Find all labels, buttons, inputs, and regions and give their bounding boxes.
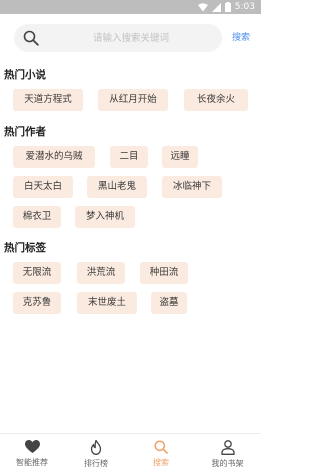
nav-item-recommend[interactable]: 智能推荐 xyxy=(0,434,64,472)
section-title-hot-novels: 热门小说 xyxy=(4,69,46,81)
wifi-icon xyxy=(197,2,208,11)
cellular-signal-icon xyxy=(211,2,221,12)
tag-hot-genre[interactable]: 克苏鲁 xyxy=(13,292,61,314)
search-input[interactable] xyxy=(48,28,214,48)
tag-hot-novel[interactable]: 天道方程式 xyxy=(13,89,83,111)
heart-icon xyxy=(24,440,40,453)
nav-label: 排行榜 xyxy=(84,459,108,468)
tag-hot-author[interactable]: 棉衣卫 xyxy=(13,206,61,228)
status-icons: 5:03 xyxy=(197,1,255,13)
tag-hot-genre[interactable]: 洪荒流 xyxy=(77,262,125,284)
nav-label: 智能推荐 xyxy=(16,458,48,467)
section-title-hot-authors: 热门作者 xyxy=(4,126,46,138)
tag-hot-genre[interactable]: 末世废土 xyxy=(77,292,137,314)
search-icon xyxy=(154,440,168,454)
search-button[interactable]: 搜索 xyxy=(232,30,256,46)
tag-hot-author[interactable]: 爱潜水的乌贼 xyxy=(13,146,95,168)
status-bar: 5:03 xyxy=(0,0,261,14)
nav-item-ranking[interactable]: 排行榜 xyxy=(64,434,128,472)
bottom-nav: 智能推荐 排行榜 搜索 我的书架 xyxy=(0,433,261,472)
tag-hot-novel[interactable]: 从红月开始 xyxy=(98,89,168,111)
tag-hot-novel[interactable]: 长夜余火 xyxy=(184,89,248,111)
tag-hot-author[interactable]: 二目 xyxy=(110,146,148,168)
tag-hot-author[interactable]: 白天太白 xyxy=(13,176,73,198)
tag-hot-genre[interactable]: 盗墓 xyxy=(151,292,187,314)
user-icon xyxy=(220,440,235,455)
status-time: 5:03 xyxy=(234,2,255,12)
flame-icon xyxy=(90,440,102,455)
tag-hot-genre[interactable]: 无限流 xyxy=(13,262,61,284)
nav-item-search[interactable]: 搜索 xyxy=(128,434,194,472)
nav-label: 我的书架 xyxy=(211,459,244,468)
tag-hot-author[interactable]: 远瞳 xyxy=(162,146,198,168)
search-box[interactable] xyxy=(14,24,222,52)
tag-hot-author[interactable]: 黑山老鬼 xyxy=(87,176,147,198)
search-icon xyxy=(23,30,39,46)
battery-icon xyxy=(224,2,231,12)
section-title-hot-tags: 热门标签 xyxy=(4,242,46,254)
nav-label: 搜索 xyxy=(153,458,169,467)
tag-hot-author[interactable]: 冰临神下 xyxy=(162,176,222,198)
tag-hot-genre[interactable]: 种田流 xyxy=(140,262,188,284)
search-row: 搜索 xyxy=(14,24,254,52)
tag-hot-author[interactable]: 梦入神机 xyxy=(75,206,135,228)
nav-item-bookshelf[interactable]: 我的书架 xyxy=(194,434,261,472)
